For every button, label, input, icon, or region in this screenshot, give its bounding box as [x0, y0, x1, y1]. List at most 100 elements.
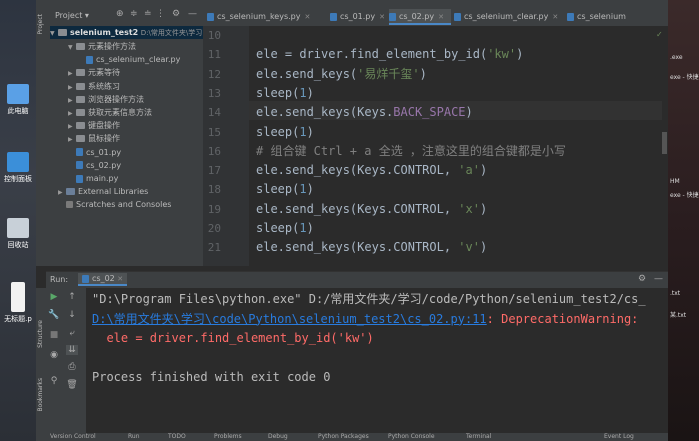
- tree-item[interactable]: cs_selenium_clear.py: [78, 53, 180, 66]
- code-line[interactable]: ele.send_keys(Keys.CONTROL, 'v'): [256, 238, 487, 257]
- structure-tool-tab[interactable]: Structure: [37, 320, 44, 348]
- tree-item[interactable]: ▶ 浏览器操作方法: [68, 93, 144, 106]
- camera-icon[interactable]: ◉: [48, 350, 60, 360]
- desktop-icon-control-panel[interactable]: 控制面板: [3, 152, 33, 184]
- soft-wrap-icon[interactable]: ⤶: [66, 328, 78, 338]
- line-number: 17: [207, 164, 221, 178]
- stop-icon[interactable]: ■: [48, 330, 60, 340]
- code-token: ): [465, 105, 473, 120]
- console-link[interactable]: D:\常用文件夹\学习\code\Python\selenium_test2\c…: [92, 312, 487, 326]
- tree-item[interactable]: ▶ 系统练习: [68, 80, 120, 93]
- code-line[interactable]: ele.send_keys('易烊千玺'): [256, 65, 427, 84]
- trash-icon[interactable]: 🗑: [66, 380, 78, 390]
- close-icon[interactable]: ✕: [552, 13, 558, 21]
- collapse-icon[interactable]: ≑: [130, 9, 138, 19]
- code-line[interactable]: sleep(1): [256, 84, 314, 103]
- tree-item[interactable]: Scratches and Consoles: [58, 198, 171, 211]
- code-token: 'v': [458, 240, 480, 255]
- tool-window-button[interactable]: Python Packages: [318, 433, 369, 440]
- tool-window-button[interactable]: Version Control: [50, 433, 96, 440]
- tool-window-button[interactable]: Run: [128, 433, 140, 440]
- tab-cs-selenium-keys[interactable]: cs_selenium_keys.py ✕: [207, 9, 327, 25]
- pin-icon[interactable]: ⚲: [48, 376, 60, 386]
- code-token: ele = driver.find_element_by_id(: [256, 47, 488, 62]
- locate-icon[interactable]: ⊕: [116, 9, 124, 19]
- tool-window-button[interactable]: Terminal: [466, 433, 491, 440]
- desktop-label: exe - 快捷: [670, 192, 699, 199]
- code-token: ): [516, 47, 524, 62]
- desktop-icon-computer[interactable]: 此电脑: [3, 84, 33, 116]
- run-config-tab[interactable]: cs_02 ✕: [78, 273, 128, 286]
- rerun-icon[interactable]: ▶: [48, 292, 60, 302]
- code-line[interactable]: sleep(1): [256, 123, 314, 142]
- folder-icon: [76, 43, 85, 50]
- tab-cs-selenium[interactable]: cs_selenium: [567, 9, 661, 25]
- console-line[interactable]: D:\常用文件夹\学习\code\Python\selenium_test2\c…: [92, 310, 638, 329]
- close-icon[interactable]: ✕: [379, 13, 385, 21]
- code-line[interactable]: sleep(1): [256, 180, 314, 199]
- gear-icon[interactable]: ⚙: [638, 274, 646, 284]
- tool-window-button[interactable]: Problems: [214, 433, 242, 440]
- python-file-icon: [76, 161, 83, 170]
- expand-icon[interactable]: ≐: [144, 9, 152, 19]
- code-token: '易烊千玺': [357, 66, 420, 81]
- print-icon[interactable]: ⎙: [66, 362, 78, 372]
- tree-item-label: cs_01.py: [86, 147, 122, 157]
- tool-window-button[interactable]: Debug: [268, 433, 288, 440]
- tree-item[interactable]: ▶ 键盘操作: [68, 119, 120, 132]
- tool-window-button[interactable]: Python Console: [388, 433, 435, 440]
- code-line[interactable]: ele.send_keys(Keys.BACK_SPACE): [256, 103, 473, 122]
- tab-cs-02[interactable]: cs_02.py ✕: [389, 9, 451, 25]
- code-line[interactable]: ele.send_keys(Keys.CONTROL, 'x'): [256, 200, 487, 219]
- tree-item[interactable]: ▶ 获取元素信息方法: [68, 106, 152, 119]
- tool-window-button[interactable]: TODO: [168, 433, 186, 440]
- tree-item-label: cs_selenium_clear.py: [96, 55, 181, 65]
- console-line: ele = driver.find_element_by_id('kw'): [92, 329, 373, 348]
- tree-item-label: 元素等待: [88, 68, 120, 78]
- project-dropdown[interactable]: Project ▾: [55, 11, 89, 20]
- tree-item[interactable]: ▶ 元素等待: [68, 66, 120, 79]
- code-token: 1: [299, 85, 307, 100]
- close-icon[interactable]: ✕: [304, 13, 310, 21]
- bookmarks-tool-tab[interactable]: Bookmarks: [37, 378, 44, 412]
- close-icon[interactable]: ✕: [117, 275, 123, 283]
- arrow-up-icon[interactable]: ↑: [66, 292, 78, 302]
- close-icon[interactable]: ✕: [438, 13, 444, 21]
- code-token: ): [306, 182, 314, 197]
- code-token: ): [479, 163, 488, 178]
- folder-icon: [76, 95, 85, 103]
- code-token: ele.send_keys(: [256, 66, 358, 81]
- gear-icon[interactable]: ⚙: [172, 9, 180, 19]
- tree-item[interactable]: ▶ External Libraries: [58, 185, 148, 198]
- desktop-icon-recycle-bin[interactable]: 回收站: [3, 218, 33, 250]
- code-line[interactable]: ele = driver.find_element_by_id('kw'): [256, 45, 523, 64]
- tab-cs-01[interactable]: cs_01.py ✕: [330, 9, 388, 25]
- minimize-icon[interactable]: —: [188, 9, 197, 19]
- project-tool-tab[interactable]: Project: [37, 14, 44, 35]
- tool-window-button[interactable]: Event Log: [604, 433, 634, 440]
- tree-item[interactable]: ▶ 鼠标操作: [68, 132, 120, 145]
- code-token: 1: [299, 182, 307, 197]
- document-icon: [11, 282, 25, 312]
- tree-item[interactable]: ▼ 元素操作方法: [68, 40, 136, 53]
- tree-item[interactable]: cs_02.py: [68, 159, 121, 172]
- inspection-ok-icon[interactable]: ✓: [656, 30, 663, 39]
- tab-cs-selenium-clear[interactable]: cs_selenium_clear.py ✕: [454, 9, 564, 25]
- tree-root[interactable]: ▼ selenium_test2 D:\常用文件夹\学习: [50, 26, 203, 39]
- code-line[interactable]: # 组合键 Ctrl + a 全选 ，注意这里的组合键都是小写: [256, 142, 566, 161]
- tree-item-label: main.py: [86, 174, 119, 183]
- folder-icon: [76, 82, 85, 90]
- code-line[interactable]: ele.send_keys(Keys.CONTROL, 'a'): [256, 161, 487, 180]
- code-token: ): [479, 240, 488, 255]
- tree-item[interactable]: main.py: [68, 172, 118, 185]
- wrench-icon[interactable]: 🔧: [48, 310, 60, 320]
- code-line[interactable]: sleep(1): [256, 219, 314, 238]
- arrow-down-icon[interactable]: ↓: [66, 310, 78, 320]
- desktop-icon-untitled[interactable]: 无标题.p: [3, 282, 33, 324]
- minimize-icon[interactable]: —: [654, 274, 663, 284]
- options-icon[interactable]: ⋮: [156, 9, 165, 19]
- code-token: ): [419, 66, 427, 81]
- scroll-to-end-icon[interactable]: ⇊: [66, 345, 78, 355]
- scrollbar-thumb[interactable]: [662, 132, 667, 154]
- tree-item[interactable]: cs_01.py: [68, 146, 121, 159]
